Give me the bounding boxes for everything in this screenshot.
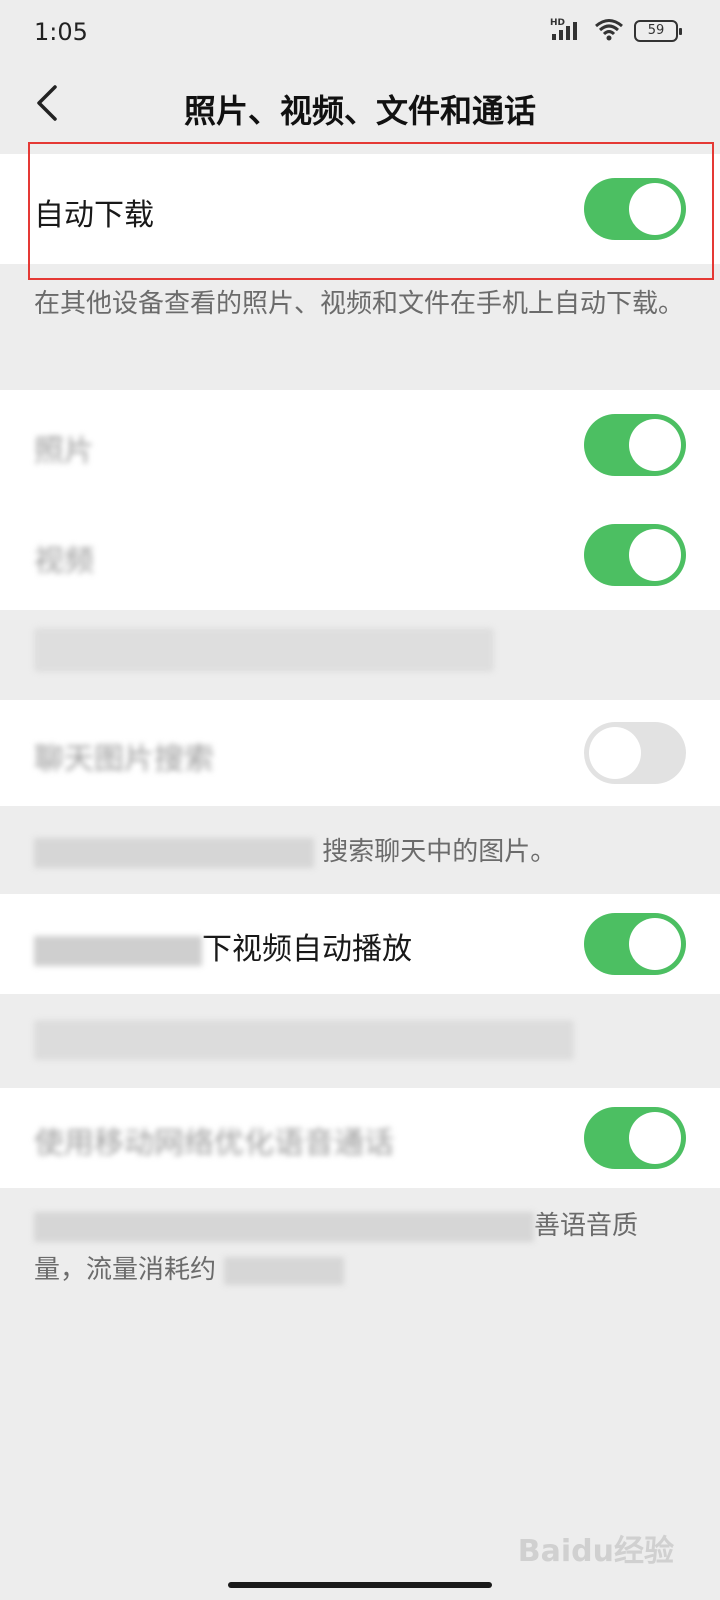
nav-bar: 照片、视频、文件和通话: [0, 64, 720, 152]
toggle-knob: [589, 727, 641, 779]
voice-call-toggle[interactable]: [584, 1107, 686, 1169]
video-autoplay-cell[interactable]: 下视频自动播放: [0, 894, 720, 994]
chat-image-search-label: 聊天图片搜索: [34, 742, 214, 777]
toggle-knob: [629, 918, 681, 970]
photo-download-toggle[interactable]: [584, 414, 686, 476]
photo-video-note: [34, 628, 494, 672]
voice-call-cell[interactable]: 使用移动网络优化语音通话: [0, 1088, 720, 1188]
blurred-text: [34, 837, 314, 868]
photo-download-cell[interactable]: 照片: [0, 390, 720, 500]
voice-call-note-tail-2: 量，流量消耗约: [34, 1255, 217, 1285]
video-autoplay-label: 下视频自动播放: [34, 924, 412, 968]
chat-image-search-note: 搜索聊天中的图片。: [34, 830, 684, 874]
toggle-knob: [629, 183, 681, 235]
auto-download-cell[interactable]: 自动下载: [0, 154, 720, 264]
toggle-knob: [629, 529, 681, 581]
chat-image-search-toggle[interactable]: [584, 722, 686, 784]
hd-signal-icon: HD: [550, 16, 584, 46]
voice-call-note: 善语音质 量，流量消耗约: [34, 1204, 684, 1292]
voice-call-label: 使用移动网络优化语音通话: [34, 1126, 394, 1161]
chat-image-search-note-tail: 搜索聊天中的图片。: [322, 837, 557, 867]
voice-call-note-tail-1: 善语音质: [534, 1211, 639, 1241]
baidu-watermark: Baidu经验: [517, 1534, 674, 1569]
status-time: 1:05: [34, 18, 88, 46]
auto-download-note: 在其他设备查看的照片、视频和文件在手机上自动下载。: [34, 289, 685, 319]
chat-image-search-cell[interactable]: 聊天图片搜索: [0, 700, 720, 806]
page-title: 照片、视频、文件和通话: [183, 92, 536, 130]
toggle-knob: [629, 419, 681, 471]
wifi-icon: [594, 17, 624, 45]
svg-text:HD: HD: [550, 18, 565, 28]
battery-icon: 59: [634, 20, 682, 42]
status-icons: HD 59: [550, 16, 682, 46]
auto-download-label: 自动下载: [34, 198, 154, 233]
blurred-text: [224, 1256, 345, 1285]
blurred-text: [34, 1211, 534, 1242]
video-download-cell[interactable]: 视频: [0, 500, 720, 610]
video-download-toggle[interactable]: [584, 524, 686, 586]
toggle-knob: [629, 1112, 681, 1164]
photo-download-label: 照片: [34, 434, 94, 469]
auto-download-toggle[interactable]: [584, 178, 686, 240]
video-autoplay-toggle[interactable]: [584, 913, 686, 975]
blurred-text: [34, 935, 202, 966]
home-indicator[interactable]: [228, 1582, 492, 1588]
status-bar: 1:05 HD 59: [0, 0, 720, 64]
video-download-label: 视频: [34, 544, 94, 579]
video-autoplay-note: [34, 1020, 574, 1060]
video-autoplay-label-tail: 下视频自动播放: [202, 932, 412, 967]
